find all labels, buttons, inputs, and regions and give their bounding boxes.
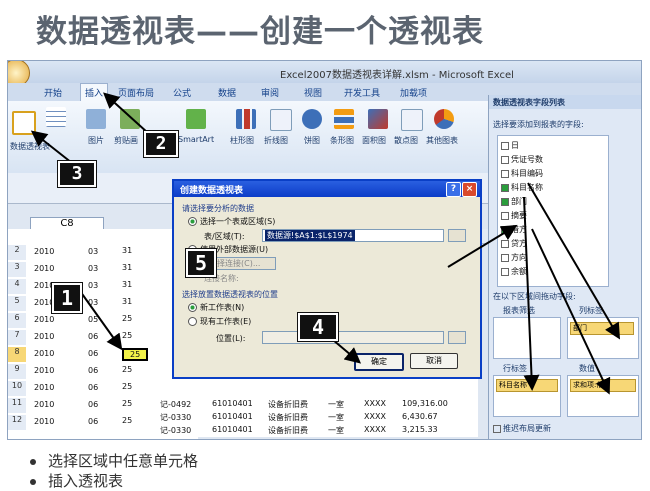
step-badge-3: 3 (58, 161, 96, 187)
bullet-dot (30, 458, 36, 465)
step-badge-4: 4 (298, 313, 338, 341)
step-badge-1: 1 (52, 283, 82, 313)
excel-screenshot: Excel2007数据透视表详解.xlsm - Microsoft Excel … (7, 60, 642, 440)
step-badge-5: 5 (186, 249, 216, 277)
bullet-1-text: 选择区域中任意单元格 (48, 452, 199, 470)
arrow-to-cell (79, 290, 123, 351)
bullet-2: 插入透视表 (30, 470, 123, 491)
annotation-arrows (30, 92, 621, 395)
arrow-to-field-list (447, 224, 518, 268)
arrow-to-pivot-button (30, 130, 73, 164)
bullet-2-text: 插入透视表 (48, 472, 124, 490)
slide-title: 数据透视表——创建一个透视表 (36, 14, 484, 50)
bullet-dot (30, 478, 36, 485)
arrow-kemu-to-row (523, 196, 540, 391)
bullet-1: 选择区域中任意单元格 (30, 450, 198, 471)
arrow-bumen-to-column (527, 182, 621, 340)
step-badge-2: 2 (144, 131, 178, 157)
arrow-to-insert-tab (103, 92, 149, 134)
